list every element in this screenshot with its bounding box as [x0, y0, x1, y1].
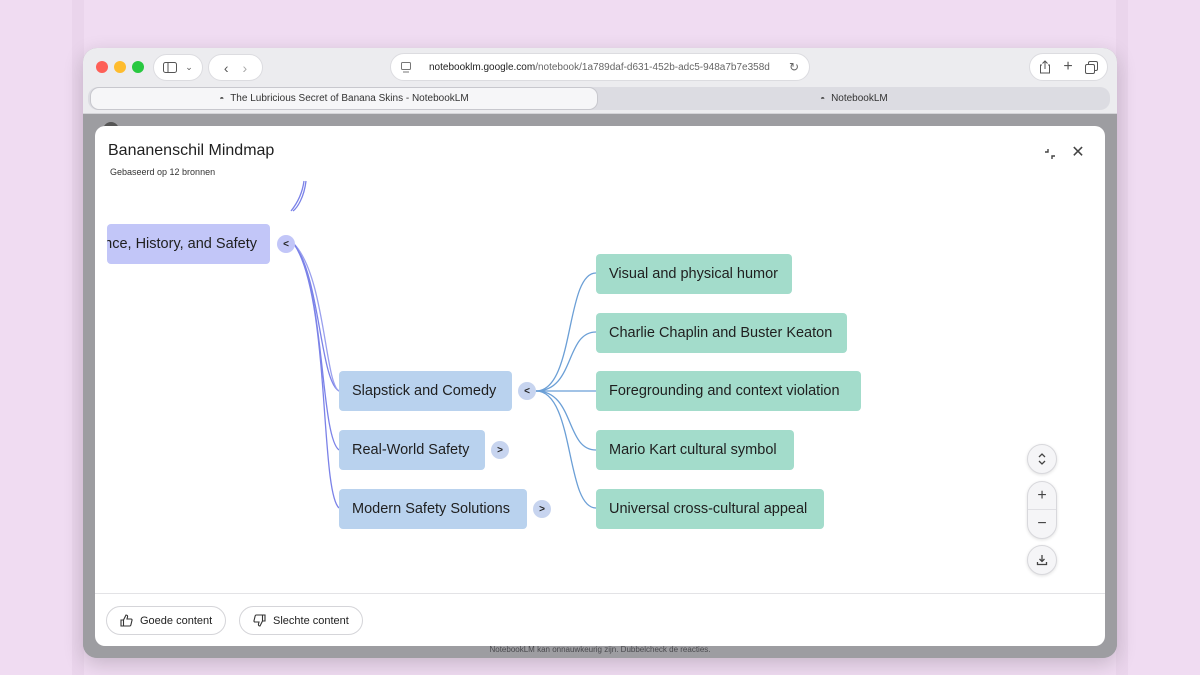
mindmap-leaf-node[interactable]: Foregrounding and context violation [596, 371, 861, 411]
address-bar[interactable]: notebooklm.google.com/notebook/1a789daf-… [390, 53, 810, 81]
node-label: Mario Kart cultural symbol [609, 442, 777, 458]
mindmap-leaf-node[interactable]: Charlie Chaplin and Buster Keaton [596, 313, 847, 353]
tab-inactive[interactable]: ◓ NotebookLM [598, 87, 1110, 110]
expand-collapse-icon [1038, 453, 1046, 465]
node-label: Foregrounding and context violation [609, 383, 840, 399]
feedback-bar: Goede content Slechte content [95, 593, 1105, 646]
close-button[interactable]: ✕ [1067, 141, 1089, 163]
new-tab-icon[interactable]: + [1063, 58, 1072, 76]
notebooklm-favicon-icon: ◓ [820, 94, 826, 103]
chevron-down-icon: ⌄ [185, 62, 193, 72]
forward-arrow-icon[interactable]: › [243, 60, 248, 76]
modern-safety-expand-toggle[interactable]: > [533, 500, 551, 518]
root-collapse-toggle[interactable]: < [277, 235, 295, 253]
good-content-label: Goede content [140, 614, 213, 627]
reload-icon[interactable]: ↻ [789, 60, 799, 74]
background-strip-right [1116, 0, 1128, 675]
page-settings-icon [401, 61, 411, 72]
bad-content-button[interactable]: Slechte content [239, 606, 363, 635]
tab-strip: ◓ The Lubricious Secret of Banana Skins … [88, 87, 1110, 110]
thumbs-down-icon [253, 614, 266, 627]
browser-titlebar: ⌄ ‹ › notebooklm.google.com/notebook/1a7… [83, 48, 1117, 114]
fit-view-button[interactable] [1027, 444, 1057, 474]
link-slapstick-leaf-1 [535, 272, 597, 392]
zoom-out-button[interactable]: − [1028, 510, 1056, 538]
tab-label: NotebookLM [831, 93, 888, 104]
node-label: Slapstick and Comedy [352, 383, 497, 399]
real-world-safety-expand-toggle[interactable]: > [491, 441, 509, 459]
slapstick-collapse-toggle[interactable]: < [518, 382, 536, 400]
share-icon[interactable] [1039, 60, 1051, 74]
close-window-button[interactable] [96, 61, 108, 73]
browser-action-buttons: + [1029, 53, 1108, 81]
node-label: Visual and physical humor [609, 266, 778, 282]
mindmap-leaf-node[interactable]: Universal cross-cultural appeal [596, 489, 824, 529]
url-domain: notebooklm.google.com [429, 61, 536, 73]
dialog-subtitle: Gebaseerd op 12 bronnen [110, 167, 216, 177]
node-label: Charlie Chaplin and Buster Keaton [609, 325, 833, 341]
mindmap-branch-real-world-safety[interactable]: Real-World Safety [339, 430, 485, 470]
fullscreen-window-button[interactable] [132, 61, 144, 73]
collapse-button[interactable] [1039, 143, 1061, 165]
dialog-title: Bananenschil Mindmap [108, 142, 275, 159]
browser-window: ⌄ ‹ › notebooklm.google.com/notebook/1a7… [83, 48, 1117, 658]
url-text: notebooklm.google.com/notebook/1a789daf-… [429, 62, 770, 73]
thumbs-up-icon [120, 614, 133, 627]
bad-content-label: Slechte content [273, 614, 349, 627]
mindmap-dialog: nce, History, and Safety < Slapstick and… [95, 126, 1105, 646]
mindmap-root-node[interactable]: nce, History, and Safety [107, 224, 270, 264]
download-icon [1036, 555, 1048, 566]
tab-overview-icon[interactable] [1084, 60, 1098, 74]
mindmap-canvas[interactable]: nce, History, and Safety < Slapstick and… [95, 126, 1105, 596]
link-slapstick-leaf-5 [535, 390, 597, 509]
mindmap-leaf-node[interactable]: Mario Kart cultural symbol [596, 430, 794, 470]
mindmap-branch-modern-safety[interactable]: Modern Safety Solutions [339, 489, 527, 529]
mindmap-leaf-node[interactable]: Visual and physical humor [596, 254, 792, 294]
node-label: nce, History, and Safety [107, 236, 257, 252]
disclaimer-text: NotebookLM kan onnauwkeurig zijn. Dubbel… [489, 645, 711, 654]
good-content-button[interactable]: Goede content [106, 606, 227, 635]
mindmap-branch-slapstick[interactable]: Slapstick and Comedy [339, 371, 512, 411]
minimize-window-button[interactable] [114, 61, 126, 73]
sidebar-icon [163, 62, 178, 73]
tab-label: The Lubricious Secret of Banana Skins - … [230, 93, 469, 104]
tab-active[interactable]: ◓ The Lubricious Secret of Banana Skins … [90, 87, 598, 110]
url-path: /notebook/1a789daf-d631-452b-adc5-948a7b… [535, 61, 770, 73]
navigation-buttons: ‹ › [208, 54, 263, 81]
zoom-in-button[interactable]: + [1028, 482, 1056, 511]
app-area: nce, History, and Safety < Slapstick and… [83, 115, 1117, 658]
download-button[interactable] [1027, 545, 1057, 575]
sidebar-toggle-button[interactable]: ⌄ [153, 54, 203, 81]
node-label: Real-World Safety [352, 442, 470, 458]
link-slapstick-leaf-2 [535, 331, 597, 392]
notebooklm-favicon-icon: ◓ [219, 94, 225, 103]
collapse-icon [1045, 149, 1055, 159]
node-label: Universal cross-cultural appeal [609, 501, 808, 517]
zoom-controls: + − [1027, 481, 1057, 539]
close-icon: ✕ [1071, 144, 1085, 161]
back-arrow-icon[interactable]: ‹ [224, 60, 229, 76]
link-slapstick-leaf-4 [535, 390, 597, 451]
node-label: Modern Safety Solutions [352, 501, 510, 517]
link-root-realworld [293, 243, 340, 451]
